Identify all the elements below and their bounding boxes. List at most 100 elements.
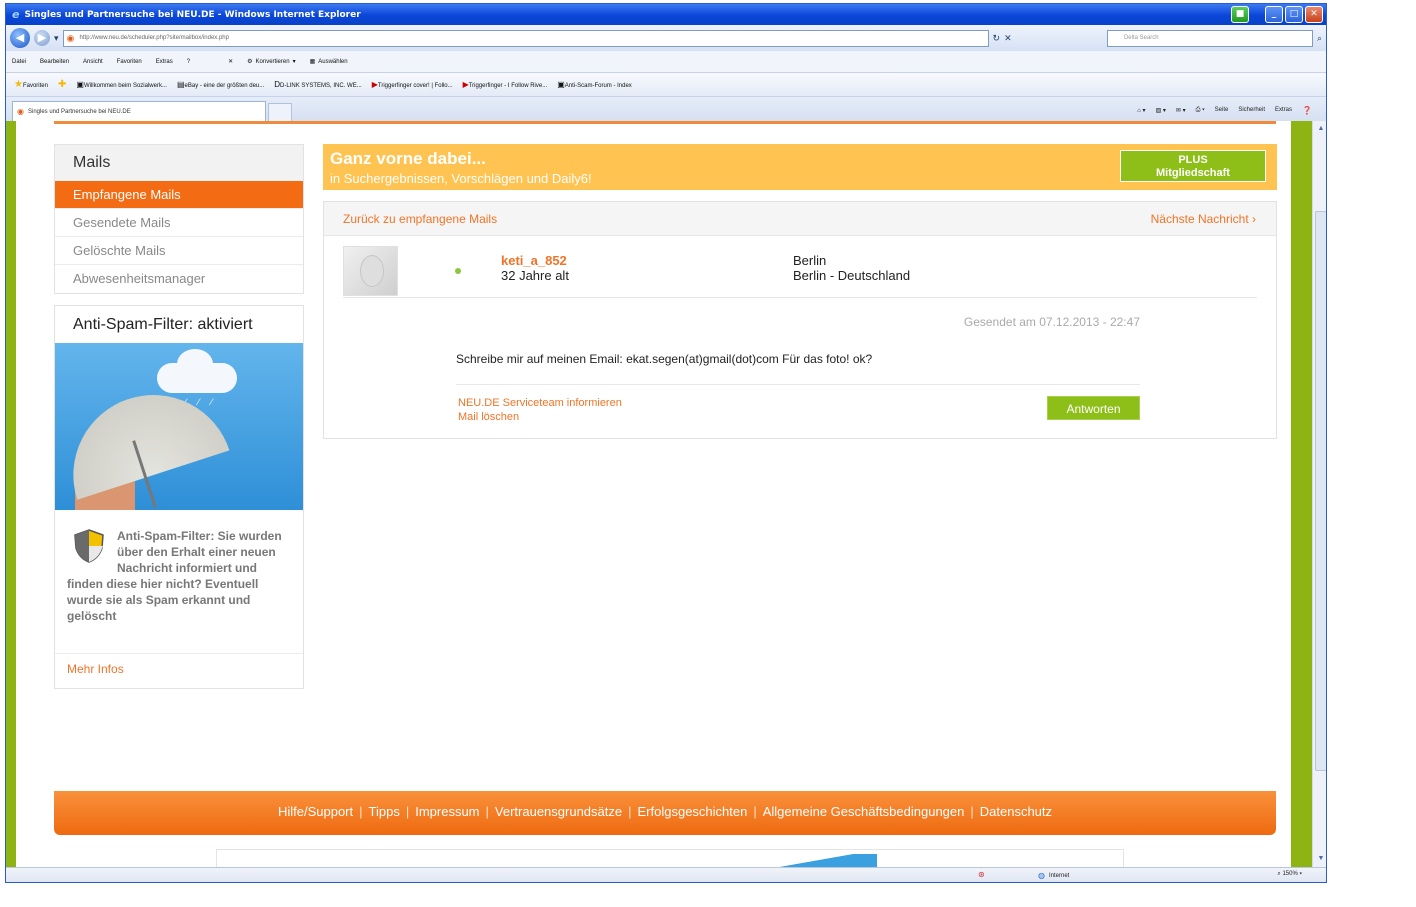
favorites-button[interactable]: ★Favoriten <box>14 79 48 90</box>
message-header: Zurück zu empfangene Mails Nächste Nachr… <box>324 202 1276 236</box>
favorite-link-2[interactable]: DD-LINK SYSTEMS, INC. WE... <box>274 80 361 89</box>
sidebar-item-absence-manager[interactable]: Abwesenheitsmanager <box>55 265 303 293</box>
page-icon: ▣ <box>76 80 84 89</box>
menu-favoriten[interactable]: Favoriten <box>117 59 142 65</box>
stop-icon[interactable]: ✕ <box>1004 33 1012 44</box>
footer-link-tips[interactable]: Tipps <box>369 804 400 819</box>
scrollbar-thumb[interactable] <box>1315 211 1326 771</box>
zoom-control[interactable]: ⌕ 150% ▾ <box>1277 871 1302 878</box>
close-button[interactable]: ✕ <box>1305 6 1323 23</box>
menu-ansicht[interactable]: Ansicht <box>83 59 103 65</box>
sidebar-item-received[interactable]: Empfangene Mails <box>55 181 303 209</box>
help-icon[interactable]: ❓ <box>1302 106 1312 115</box>
avatar[interactable] <box>343 246 398 296</box>
command-bar: ⌂ ▾ ▧ ▾ ✉ ▾ ⎙ ▾ Seite Sicherheit Extras … <box>1137 99 1326 121</box>
anti-spam-info: Anti-Spam-Filter: Sie wurden über den Er… <box>55 510 303 654</box>
menu-datei[interactable]: Datei <box>12 59 26 65</box>
select-icon: ▦ <box>309 59 316 65</box>
convert-icon: ⚙ <box>247 59 253 65</box>
tab-neu-de[interactable]: ◉ Singles und Partnersuche bei NEU.DE <box>12 101 266 121</box>
protected-mode-icon[interactable]: ⊛ <box>978 870 985 879</box>
refresh-icon[interactable]: ↻ <box>993 33 1001 44</box>
menu-bearbeiten[interactable]: Bearbeiten <box>40 59 69 65</box>
zoom-icon: ⌕ <box>1277 871 1281 877</box>
shield-icon <box>74 529 104 563</box>
more-info-link[interactable]: Mehr Infos <box>55 654 303 684</box>
footer-ad-banner[interactable] <box>216 849 1124 867</box>
plus-membership-button[interactable]: PLUS Mitgliedschaft <box>1120 150 1266 182</box>
search-input[interactable]: Delta Search <box>1106 29 1313 47</box>
address-bar: ◀ ▶ ▾ ◉ http://www.neu.de/scheduler.php?… <box>6 25 1326 51</box>
menu-extras[interactable]: Extras <box>156 59 173 65</box>
footer-link-privacy[interactable]: Datenschutz <box>980 804 1052 819</box>
status-bar: ⊛ ◍ Internet ⌕ 150% ▾ <box>6 867 1326 882</box>
menu-bar: Datei Bearbeiten Ansicht Favoriten Extra… <box>6 51 1326 73</box>
home-icon[interactable]: ⌂ ▾ <box>1137 107 1145 114</box>
promo-title: Ganz vorne dabei... <box>330 149 486 168</box>
footer-link-success[interactable]: Erfolgsgeschichten <box>638 804 748 819</box>
addon-icon[interactable]: ■ <box>1231 6 1249 23</box>
window-controls: ■ _ □ ✕ <box>1231 6 1323 23</box>
select-button[interactable]: ▦ Auswählen <box>309 58 348 66</box>
vertical-scrollbar[interactable]: ▲ ▼ <box>1312 121 1326 867</box>
add-favorite-icon[interactable]: ✚ <box>58 79 66 90</box>
favorite-link-5[interactable]: ▣Anti-Scam-Forum - Index <box>557 80 632 89</box>
cmd-sicherheit[interactable]: Sicherheit <box>1238 107 1265 113</box>
scroll-up-icon[interactable]: ▲ <box>1315 123 1326 135</box>
footer-link-terms[interactable]: Allgemeine Geschäftsbedingungen <box>763 804 965 819</box>
browser-window: e Singles und Partnersuche bei NEU.DE - … <box>5 3 1327 883</box>
message-body: Schreibe mir auf meinen Email: ekat.sege… <box>456 352 873 366</box>
sidebar-item-sent[interactable]: Gesendete Mails <box>55 209 303 237</box>
maximize-button[interactable]: □ <box>1285 6 1303 23</box>
ie-logo-icon: e <box>12 8 20 21</box>
report-to-service-link[interactable]: NEU.DE Serviceteam informieren <box>458 397 622 409</box>
cmd-extras[interactable]: Extras <box>1275 107 1292 113</box>
favorite-link-0[interactable]: ▣Willkommen beim Sozialwerk... <box>76 80 167 89</box>
toolbar-close-icon[interactable]: ✕ <box>228 58 233 65</box>
favorite-link-3[interactable]: ▶Triggerfinger cover! | Follo... <box>372 80 453 89</box>
tab-title: Singles und Partnersuche bei NEU.DE <box>27 108 131 115</box>
chevron-right-icon: › <box>1252 212 1256 226</box>
next-message-link[interactable]: Nächste Nachricht › <box>1151 212 1256 226</box>
history-dropdown-icon[interactable]: ▾ <box>54 33 59 44</box>
reply-button[interactable]: Antworten <box>1047 396 1140 420</box>
forward-button[interactable]: ▶ <box>34 30 50 46</box>
url-input[interactable]: ◉ http://www.neu.de/scheduler.php?site/m… <box>62 29 989 47</box>
message-divider <box>456 384 1140 385</box>
favorite-link-1[interactable]: ▤eBay - eine der größten deu... <box>177 80 264 89</box>
print-icon[interactable]: ⎙ ▾ <box>1196 107 1205 114</box>
mail-icon[interactable]: ✉ ▾ <box>1176 107 1186 114</box>
mails-title: Mails <box>55 145 303 181</box>
back-button[interactable]: ◀ <box>10 28 30 48</box>
page-content: Mails Empfangene Mails Gesendete Mails G… <box>16 121 1291 867</box>
security-zone[interactable]: ◍ Internet <box>1038 871 1069 880</box>
search-icon[interactable]: ⌕ <box>1317 33 1322 44</box>
scroll-down-icon[interactable]: ▼ <box>1315 853 1326 865</box>
sender-name-link[interactable]: keti_a_852 <box>501 253 567 268</box>
sidebar-item-deleted[interactable]: Gelöschte Mails <box>55 237 303 265</box>
sender-age: 32 Jahre alt <box>501 268 569 283</box>
delete-mail-link[interactable]: Mail löschen <box>458 411 519 423</box>
favorite-link-4[interactable]: ▶Triggerfinger - I Follow Rive... <box>463 80 548 89</box>
title-bar: e Singles und Partnersuche bei NEU.DE - … <box>6 4 1326 25</box>
sender-info: keti_a_852 32 Jahre alt Berlin Berlin - … <box>343 242 1257 298</box>
globe-icon: ◍ <box>1038 871 1045 880</box>
ad-graphic <box>767 854 877 867</box>
cloud-icon <box>157 349 237 393</box>
favorites-bar: ★Favoriten ✚ ▣Willkommen beim Sozialwerk… <box>6 73 1326 97</box>
cmd-seite[interactable]: Seite <box>1215 107 1229 113</box>
feeds-icon[interactable]: ▧ ▾ <box>1156 107 1166 114</box>
online-status-icon <box>455 268 461 274</box>
menu-help[interactable]: ? <box>187 59 190 65</box>
page-icon: ▣ <box>557 80 565 89</box>
mails-nav: Mails Empfangene Mails Gesendete Mails G… <box>54 144 304 294</box>
footer-link-imprint[interactable]: Impressum <box>415 804 479 819</box>
back-to-received-link[interactable]: Zurück zu empfangene Mails <box>343 212 497 226</box>
convert-button[interactable]: ⚙ Konvertieren ▾ <box>247 58 295 66</box>
footer-link-help[interactable]: Hilfe/Support <box>278 804 353 819</box>
sender-region: Berlin - Deutschland <box>793 268 911 283</box>
new-tab-button[interactable] <box>268 103 292 121</box>
sent-timestamp: Gesendet am 07.12.2013 - 22:47 <box>963 315 1140 329</box>
footer-link-trust[interactable]: Vertrauensgrundsätze <box>495 804 622 819</box>
minimize-button[interactable]: _ <box>1265 6 1283 23</box>
